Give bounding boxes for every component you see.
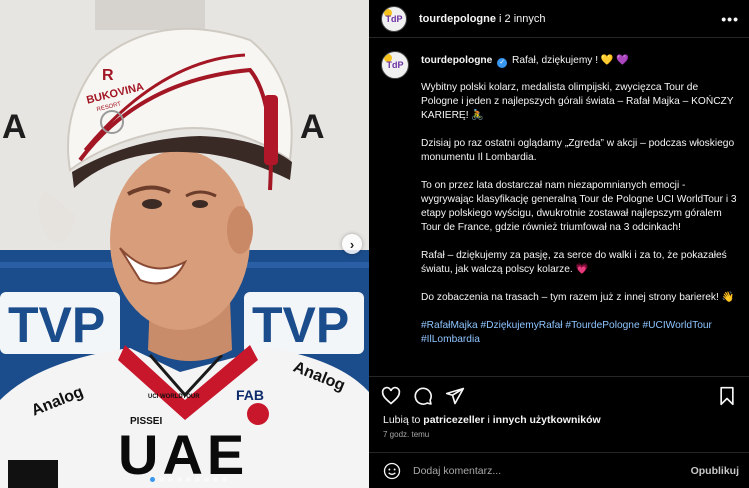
caption-text: tourdepologne ✓ Rafał, dziękujemy ! 💛 💜 … [421, 49, 737, 347]
jersey-badge: UCI WORLDTOUR [148, 394, 200, 400]
hashtag-link[interactable]: #RafałMajka [421, 320, 478, 331]
post-sidebar: TdP tourdepologne i 2 innych ••• TdP tou… [369, 0, 749, 488]
likes-summary: Lubią to patricezeller i innych użytkown… [369, 407, 749, 426]
caption-paragraph-5: Do zobaczenia na trasach – tym razem już… [421, 292, 735, 303]
comment-input[interactable] [413, 464, 691, 477]
hashtag-link[interactable]: #IlLombardia [421, 334, 480, 345]
heart-icon[interactable] [381, 386, 401, 406]
bookmark-icon[interactable] [717, 386, 737, 406]
carousel-dot [195, 477, 200, 482]
svg-text:A: A [300, 108, 325, 146]
carousel-dot [213, 477, 218, 482]
header-coauthors[interactable]: i 2 innych [496, 13, 545, 25]
carousel-dot [222, 477, 227, 482]
likes-mid: i [484, 414, 493, 426]
share-icon[interactable] [445, 386, 465, 406]
caption-paragraph-4: Rafał – dziękujemy za pasję, za serce do… [421, 250, 727, 275]
caption-first-line: tourdepologne ✓ Rafał, dziękujemy ! 💛 💜 [421, 54, 737, 68]
carousel-dots [150, 477, 227, 482]
tvp-banner-right: TVP [244, 292, 364, 354]
action-icon-row [369, 377, 749, 407]
svg-text:R: R [102, 67, 114, 84]
caption-paragraph-3: To on przez lata dostarczał nam niezapom… [421, 180, 737, 233]
post-comment-button[interactable]: Opublikuj [691, 465, 739, 477]
jersey-sponsor-mid: FAB [236, 387, 264, 403]
post-header: TdP tourdepologne i 2 innych ••• [369, 0, 749, 38]
hashtag-list: #RafałMajka #DziękujemyRafał #TourdePolo… [421, 319, 737, 347]
hashtag-link[interactable]: #TourdePologne [565, 320, 639, 331]
jersey-sponsor-mid2: PISSEI [130, 416, 162, 427]
hashtag-link[interactable]: #DziękujemyRafał [480, 320, 562, 331]
carousel-next-button[interactable]: › [342, 234, 362, 254]
caption-avatar-logo-text: TdP [386, 60, 404, 70]
verified-badge-icon: ✓ [497, 58, 508, 68]
likes-prefix: Lubią to [383, 414, 424, 426]
caption-row: TdP tourdepologne ✓ Rafał, dziękujemy ! … [369, 49, 749, 347]
caption-paragraph-2: Dzisiaj po raz ostatni oglądamy „Zgreda”… [421, 138, 735, 163]
emoji-icon[interactable] [383, 462, 401, 480]
cyclist-photo: A A M TVP TVP UAE Analog Analog FAB PISS… [0, 0, 369, 488]
comment-icon[interactable] [413, 386, 433, 406]
post-timestamp[interactable]: 7 godz. temu [369, 426, 749, 439]
likes-user-link[interactable]: patricezeller [423, 414, 484, 426]
more-dots-icon[interactable]: ••• [721, 11, 739, 27]
header-username[interactable]: tourdepologne [419, 13, 496, 25]
caption-username[interactable]: tourdepologne [421, 55, 492, 66]
carousel-dot [204, 477, 209, 482]
carousel-dot [150, 477, 155, 482]
tvp-text-right: TVP [252, 297, 349, 353]
svg-text:A: A [2, 108, 27, 146]
caption-headline: Rafał, dziękujemy ! 💛 💜 [512, 55, 630, 66]
author-avatar[interactable]: TdP [381, 5, 407, 32]
carousel-dot [168, 477, 173, 482]
carousel-dot [177, 477, 182, 482]
avatar-logo-text: TdP [385, 13, 403, 24]
caption-area: TdP tourdepologne ✓ Rafał, dziękujemy ! … [369, 49, 749, 376]
caption-avatar[interactable]: TdP [381, 51, 409, 79]
tvp-banner-left: TVP [0, 292, 120, 354]
likes-others-link[interactable]: innych użytkowników [493, 414, 601, 426]
comment-bar: Opublikuj [369, 452, 749, 488]
carousel-dot [186, 477, 191, 482]
post-image[interactable]: A A M TVP TVP UAE Analog Analog FAB PISS… [0, 0, 369, 488]
tvp-text-left: TVP [8, 297, 105, 353]
hashtag-link[interactable]: #UCIWorldTour [642, 320, 711, 331]
carousel-dot [159, 477, 164, 482]
author-names: tourdepologne i 2 innych [419, 13, 546, 25]
caption-paragraph-1: Wybitny polski kolarz, medalista olimpij… [421, 82, 734, 121]
